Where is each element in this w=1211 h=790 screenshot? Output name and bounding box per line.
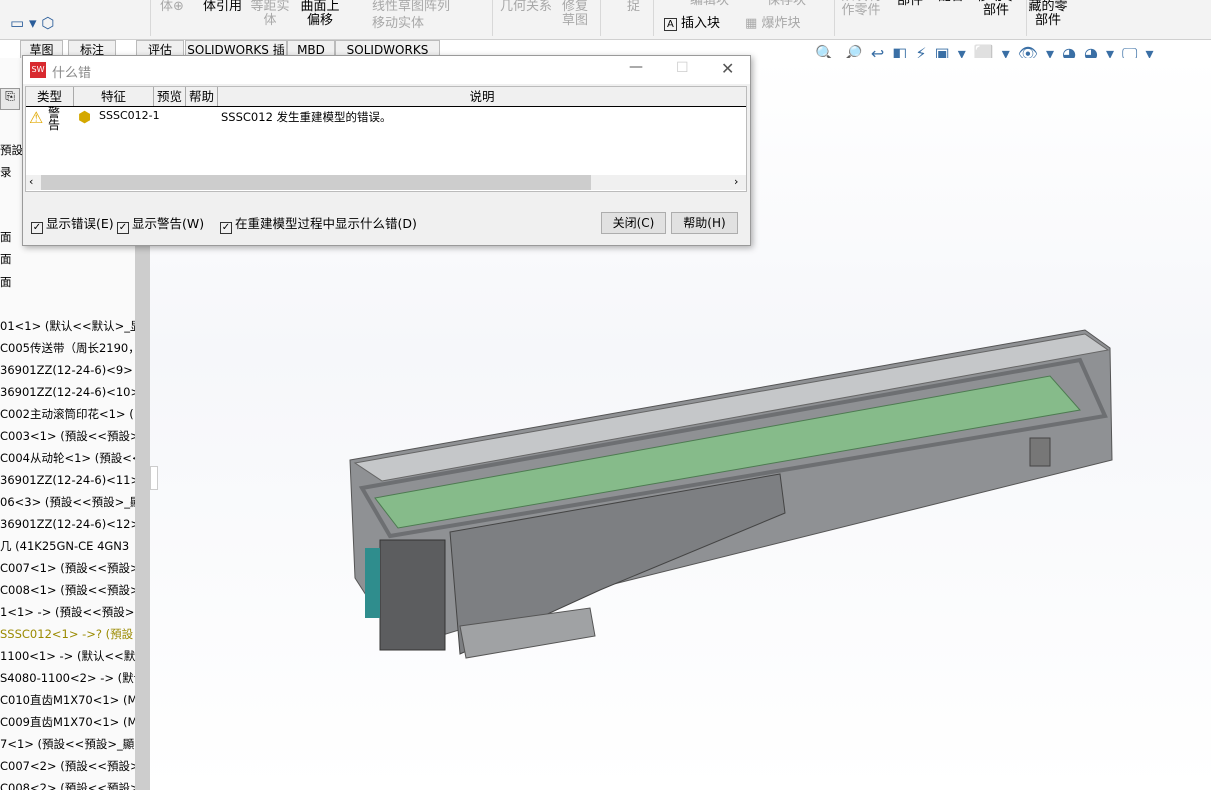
horizontal-scrollbar[interactable]: ‹ › <box>26 175 746 190</box>
tool-relations[interactable]: 几何关系 <box>500 0 552 14</box>
tree-item[interactable]: 面 <box>0 251 12 267</box>
insert-block-icon: A <box>664 18 677 31</box>
tool-insert-block[interactable]: A 插入块 <box>664 17 720 32</box>
motor <box>365 548 380 618</box>
sketch-tools-icon[interactable]: ▭ ▾ ⬡ <box>10 16 54 31</box>
tool-show-hidden-components[interactable]: 显示隐藏的零部件 <box>1028 0 1068 28</box>
tree-item[interactable]: S4080-1100<2> -> (默认 <box>0 670 135 686</box>
dialog-title-bar: SW 什么错 — ☐ ✕ <box>23 56 750 84</box>
close-window-button[interactable]: ✕ <box>721 59 734 78</box>
tool-edit-block[interactable]: 编辑块 <box>690 0 729 8</box>
tree-item[interactable]: 面 <box>0 229 12 245</box>
motor-box <box>379 539 446 651</box>
scrollbar-thumb[interactable] <box>41 175 591 190</box>
scroll-right-arrow[interactable]: › <box>734 175 738 188</box>
row-feature: SSSC012-1 <box>99 109 160 122</box>
tree-item[interactable]: C007<2> (預設<<預設> <box>0 758 135 774</box>
column-feature[interactable]: 特征 <box>74 87 154 106</box>
checkbox-icon: ✓ <box>117 222 129 234</box>
tree-item[interactable]: 1100<1> -> (默认<<默 <box>0 648 135 664</box>
column-description[interactable]: 说明 <box>218 87 746 106</box>
tree-item[interactable]: 36901ZZ(12-24-6)<10> <box>0 384 135 400</box>
tree-item[interactable]: C008<1> (預設<<預設> <box>0 582 135 598</box>
tool-snap[interactable]: 捉 <box>627 0 640 14</box>
tree-item[interactable]: 36901ZZ(12-24-6)<12> <box>0 516 135 532</box>
error-row[interactable]: ⚠ 警告 ⬢ SSSC012-1 SSSC012 发生重建模型的错误。 <box>26 106 746 138</box>
tensioner-block <box>1029 437 1051 467</box>
column-type[interactable]: 类型 <box>26 87 74 106</box>
tree-item[interactable]: C007<1> (預設<<預設> <box>0 560 135 576</box>
dialog-title: 什么错 <box>52 66 92 81</box>
tree-item[interactable]: C008<2> (預設<<預設> <box>0 780 135 790</box>
tool-move-component[interactable]: 移动零部件 <box>976 0 1016 18</box>
tree-item[interactable]: C004从动轮<1> (預設<< <box>0 450 135 466</box>
tool-component[interactable]: 部件 <box>897 0 923 8</box>
help-button[interactable]: 帮助(H) <box>671 212 738 234</box>
solidworks-logo-icon: SW <box>30 62 46 78</box>
row-description: SSSC012 发生重建模型的错误。 <box>221 110 392 124</box>
tree-item[interactable]: 01<1> (默认<<默认>_显 <box>0 318 135 334</box>
command-manager-toolbar: 体⊕ 体引用 等距实体 曲面上偏移 线性草图阵列 移动实体 几何关系 修复草图 … <box>0 0 1211 40</box>
maximize-button[interactable]: ☐ <box>676 60 689 76</box>
tree-item[interactable]: C003<1> (預設<<預設> <box>0 428 135 444</box>
tree-item[interactable]: 36901ZZ(12-24-6)<11> <box>0 472 135 488</box>
config-manager-icon[interactable]: ⎘ <box>0 88 20 110</box>
tool-make-part-from-block[interactable]: 从块制作零件 <box>840 0 882 18</box>
tool-linear-pattern[interactable]: 线性草图阵列 <box>372 0 450 14</box>
tool-save-block[interactable]: 保存块 <box>767 0 806 8</box>
tool-repair-sketch[interactable]: 修复草图 <box>560 0 590 28</box>
tree-item[interactable]: 几 (41K25GN-CE 4GN3 <box>0 538 129 554</box>
minimize-button[interactable]: — <box>629 59 643 75</box>
checkbox-icon: ✓ <box>31 222 43 234</box>
show-errors-checkbox[interactable]: ✓ 显示错误(E) <box>31 217 114 234</box>
tool-body-reference[interactable]: 体引用 <box>203 0 242 14</box>
tool-move-entities[interactable]: 移动实体 <box>372 17 424 31</box>
tree-item[interactable]: 录 <box>0 164 12 180</box>
tree-item[interactable]: 面 <box>0 274 12 290</box>
column-preview[interactable]: 预览 <box>154 87 186 106</box>
explode-block-icon: ▦ <box>745 16 758 31</box>
tree-item[interactable]: C005传送带（周长2190， <box>0 340 135 356</box>
tool-offset-entities[interactable]: 等距实体 <box>250 0 290 28</box>
tree-item[interactable]: C002主动滚筒印花<1> ( <box>0 406 134 422</box>
tree-item[interactable]: SSSC012<1> ->? (預設 <box>0 626 133 642</box>
tree-item[interactable]: C009直齿M1X70<1> (M <box>0 714 135 730</box>
tool-mate[interactable]: 配合 <box>938 0 964 4</box>
tree-item[interactable]: 06<3> (預設<<預設>_顯 <box>0 494 135 510</box>
show-warnings-checkbox[interactable]: ✓ 显示警告(W) <box>117 217 204 234</box>
tree-item[interactable]: 1<1> -> (預設<<預設> <box>0 604 134 620</box>
tool-body[interactable]: 体⊕ <box>160 0 184 14</box>
row-type: 警告 <box>48 106 61 132</box>
column-help[interactable]: 帮助 <box>186 87 218 106</box>
tool-offset-on-surface[interactable]: 曲面上偏移 <box>300 0 340 28</box>
tree-item[interactable]: 預設 <box>0 142 23 158</box>
checkbox-icon: ✓ <box>220 222 232 234</box>
tree-item[interactable]: C010直齿M1X70<1> (M <box>0 692 135 708</box>
scroll-left-arrow[interactable]: ‹ <box>29 175 33 188</box>
tool-explode-block[interactable]: ▦ 爆炸块 <box>745 17 800 31</box>
part-icon: ⬢ <box>78 108 92 126</box>
show-during-rebuild-checkbox[interactable]: ✓ 在重建模型过程中显示什么错(D) <box>220 217 417 234</box>
whats-wrong-dialog: SW 什么错 — ☐ ✕ 类型 特征 预览 帮助 说明 ⚠ 警告 ⬢ SSSC0… <box>22 55 751 246</box>
close-button[interactable]: 关闭(C) <box>601 212 666 234</box>
tree-item[interactable]: 7<1> (預設<<預設>_顯 <box>0 736 134 752</box>
warning-icon: ⚠ <box>29 108 44 127</box>
tree-item[interactable]: 36901ZZ(12-24-6)<9> ( <box>0 362 135 378</box>
